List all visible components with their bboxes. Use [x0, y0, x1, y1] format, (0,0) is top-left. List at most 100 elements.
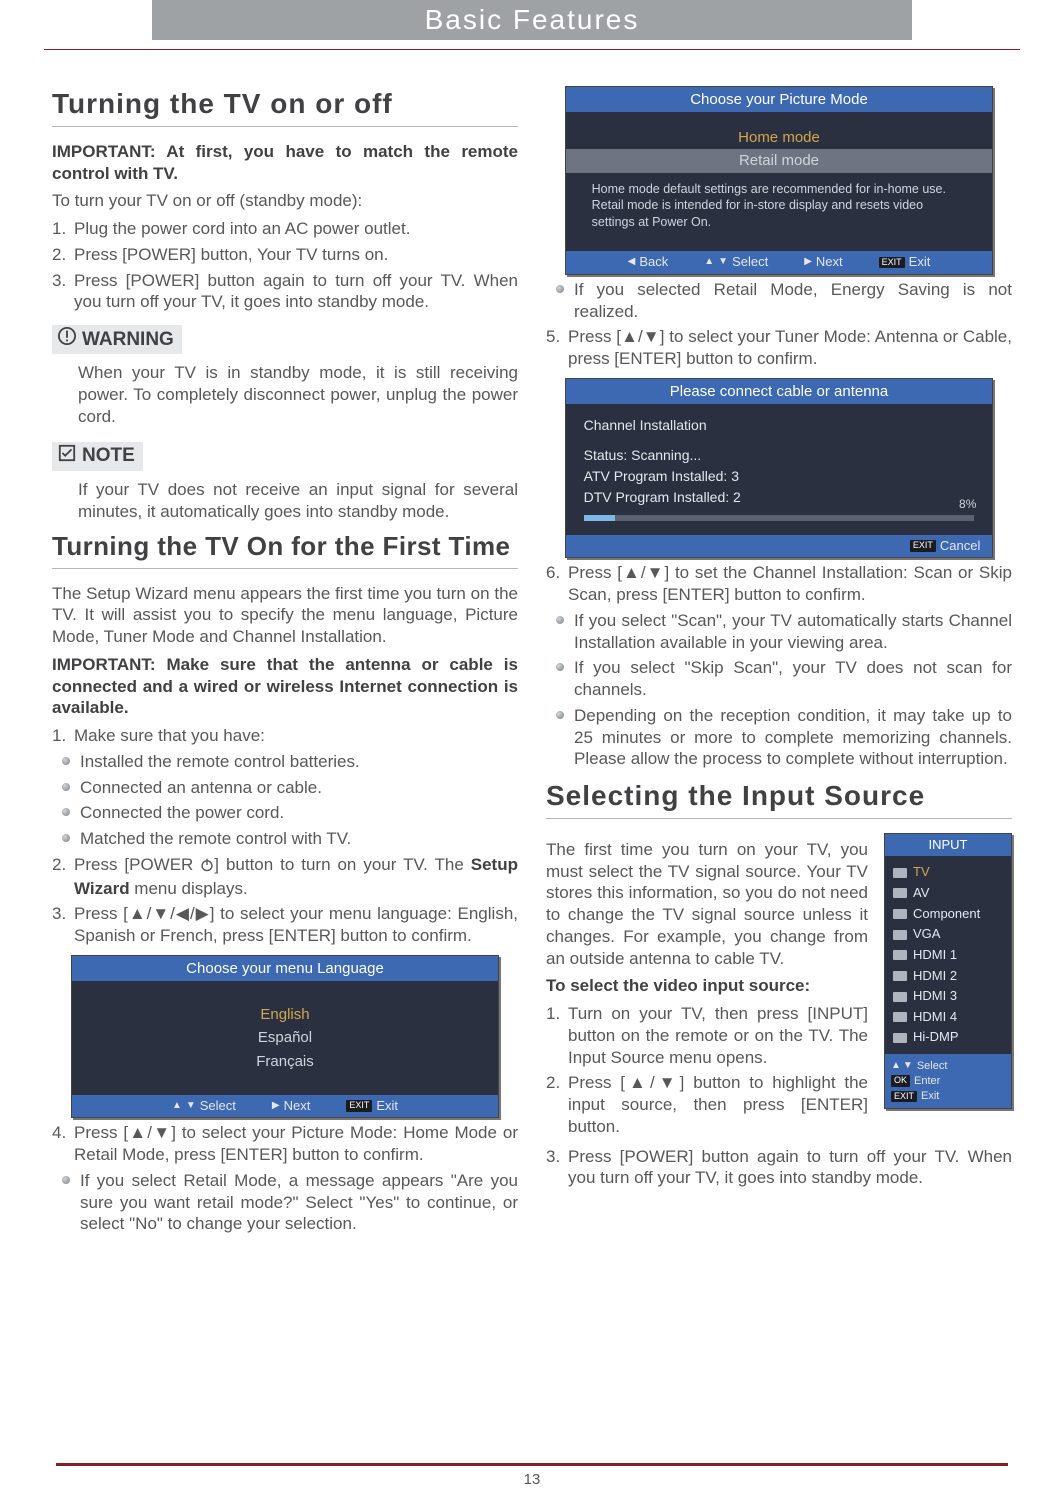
source-icon	[893, 1012, 907, 1022]
first-time-steps: Make sure that you have:	[52, 725, 518, 747]
power-step-1: Plug the power cord into an AC power out…	[52, 218, 518, 240]
source-icon	[893, 888, 907, 898]
check-icon	[58, 444, 76, 469]
power-step-2: Press [POWER] button, Your TV turns on.	[52, 244, 518, 266]
legend-select: ▲▼Select	[891, 1059, 1005, 1073]
step-5: Press [▲/▼] to select your Tuner Mode: A…	[546, 326, 1012, 370]
intro-standby: To turn your TV on or off (standby mode)…	[52, 190, 518, 212]
exit-key-icon: EXIT	[346, 1100, 372, 1112]
warning-icon	[58, 327, 76, 352]
input-item-component[interactable]: Component	[893, 904, 1003, 925]
warning-body: When your TV is in standby mode, it is s…	[52, 362, 518, 427]
input-item-hdmi4[interactable]: HDMI 4	[893, 1007, 1003, 1028]
power-step-3: Press [POWER] button again to turn off y…	[52, 270, 518, 314]
first-step-2: Press [POWER ] button to turn on your TV…	[52, 854, 518, 900]
note-header: NOTE	[52, 442, 143, 471]
first-time-steps-cont2: Press [▲/▼] to select your Picture Mode:…	[52, 1122, 518, 1166]
footer-rule	[56, 1463, 1008, 1466]
osd-lang-french[interactable]: Français	[72, 1050, 499, 1073]
legend-exit: EXITExit	[891, 1089, 1005, 1103]
first-time-intro: The Setup Wizard menu appears the first …	[52, 583, 518, 648]
input-item-tv[interactable]: TV	[893, 862, 1003, 883]
updown-icon: ▲▼	[704, 256, 728, 269]
exit-key-icon: EXIT	[879, 257, 905, 269]
osd-foot-select: ▲▼Select	[704, 254, 768, 271]
scan-line-4: DTV Program Installed: 2	[584, 489, 975, 507]
heading-first-time: Turning the TV On for the First Time	[52, 530, 518, 568]
scan-note-1: If you select "Scan", your TV automatica…	[556, 610, 1012, 654]
osd-foot-select: ▲▼Select	[172, 1098, 236, 1115]
source-icon	[893, 868, 907, 878]
page-columns: Turning the TV on or off IMPORTANT: At f…	[0, 50, 1064, 1239]
note-label: NOTE	[82, 444, 135, 468]
note-body: If your TV does not receive an input sig…	[52, 479, 518, 523]
steps-5: Press [▲/▼] to select your Tuner Mode: A…	[546, 326, 1012, 370]
osd-foot-cancel: EXITCancel	[910, 538, 980, 555]
first-step-1-text: Make sure that you have:	[74, 726, 265, 745]
osd-scan-title: Please connect cable or antenna	[566, 379, 993, 404]
exit-key-icon: EXIT	[891, 1091, 917, 1103]
top-banner: Basic Features	[44, 0, 1020, 50]
osd-picture-mode: Choose your Picture Mode Home mode Retai…	[565, 86, 994, 275]
osd-picture-foot: ◀Back ▲▼Select ▶Next EXITExit	[566, 251, 993, 274]
osd-scan-body: Channel Installation Status: Scanning...…	[566, 404, 993, 535]
right-icon: ▶	[804, 256, 812, 269]
osd-pic-retail[interactable]: Retail mode	[566, 149, 993, 172]
source-icon	[893, 971, 907, 981]
scan-notes: If you select "Scan", your TV automatica…	[556, 610, 1012, 770]
input-item-hdmi3[interactable]: HDMI 3	[893, 986, 1003, 1007]
osd-lang-english[interactable]: English	[72, 1003, 499, 1026]
important-remote-match: IMPORTANT: At first, you have to match t…	[52, 141, 518, 185]
scan-line-3: ATV Program Installed: 3	[584, 468, 975, 486]
osd-language-foot: ▲▼Select ▶Next EXITExit	[72, 1095, 499, 1118]
osd-foot-back: ◀Back	[628, 254, 669, 271]
input-text: The first time you turn on your TV, you …	[546, 833, 868, 1142]
power-icon	[200, 856, 214, 878]
input-item-hdmi1[interactable]: HDMI 1	[893, 945, 1003, 966]
scan-note-2: If you select "Skip Scan", your TV does …	[556, 657, 1012, 701]
osd-foot-next: ▶Next	[804, 254, 842, 271]
step4-notes: If you select Retail Mode, a message app…	[62, 1170, 518, 1235]
banner-title: Basic Features	[152, 0, 912, 40]
osd-language: Choose your menu Language English Españo…	[71, 955, 500, 1118]
osd-input: INPUT TV AV Component VGA HDMI 1 HDMI 2 …	[884, 833, 1012, 1109]
scan-line-1: Channel Installation	[584, 417, 975, 435]
osd-input-title: INPUT	[885, 834, 1011, 857]
ok-key-icon: OK	[891, 1075, 910, 1087]
first-step-1: Make sure that you have:	[52, 725, 518, 747]
check-item-2: Connected an antenna or cable.	[62, 777, 518, 799]
osd-picture-body: Home mode Retail mode Home mode default …	[566, 112, 993, 251]
scan-progress-fill	[584, 515, 615, 521]
osd-foot-next: ▶Next	[272, 1098, 310, 1115]
first-step-4: Press [▲/▼] to select your Picture Mode:…	[52, 1122, 518, 1166]
right-column: Choose your Picture Mode Home mode Retai…	[546, 78, 1012, 1239]
left-icon: ◀	[628, 256, 636, 269]
input-item-hdmi2[interactable]: HDMI 2	[893, 966, 1003, 987]
warning-header: WARNING	[52, 325, 182, 354]
source-icon	[893, 909, 907, 919]
left-column: Turning the TV on or off IMPORTANT: At f…	[52, 78, 518, 1239]
important-antenna: IMPORTANT: Make sure that the antenna or…	[52, 654, 518, 719]
osd-input-legend: ▲▼Select OKEnter EXITExit	[885, 1054, 1011, 1108]
input-item-vga[interactable]: VGA	[893, 924, 1003, 945]
updown-icon: ▲▼	[891, 1060, 913, 1073]
source-icon	[893, 992, 907, 1002]
osd-pic-home[interactable]: Home mode	[566, 126, 993, 149]
input-item-av[interactable]: AV	[893, 883, 1003, 904]
step4-retail-note: If you select Retail Mode, a message app…	[62, 1170, 518, 1235]
osd-lang-spanish[interactable]: Español	[72, 1026, 499, 1049]
input-item-hidmp[interactable]: Hi-DMP	[893, 1027, 1003, 1048]
osd-picture-title: Choose your Picture Mode	[566, 87, 993, 112]
warning-label: WARNING	[82, 328, 174, 352]
step-6: Press [▲/▼] to set the Channel Installat…	[546, 562, 1012, 606]
steps-6: Press [▲/▼] to set the Channel Installat…	[546, 562, 1012, 606]
exit-key-icon: EXIT	[910, 540, 936, 552]
source-icon	[893, 1033, 907, 1043]
osd-foot-exit: EXITExit	[879, 254, 931, 271]
first-time-steps-cont: Press [POWER ] button to turn on your TV…	[52, 854, 518, 947]
osd-language-body: English Español Français	[72, 981, 499, 1095]
check-item-1: Installed the remote control batteries.	[62, 751, 518, 773]
input-steps: Turn on your TV, then press [INPUT] butt…	[546, 1003, 868, 1138]
heading-turn-on-off: Turning the TV on or off	[52, 86, 518, 127]
input-step-3: Press [POWER] button again to turn off y…	[546, 1146, 1012, 1190]
